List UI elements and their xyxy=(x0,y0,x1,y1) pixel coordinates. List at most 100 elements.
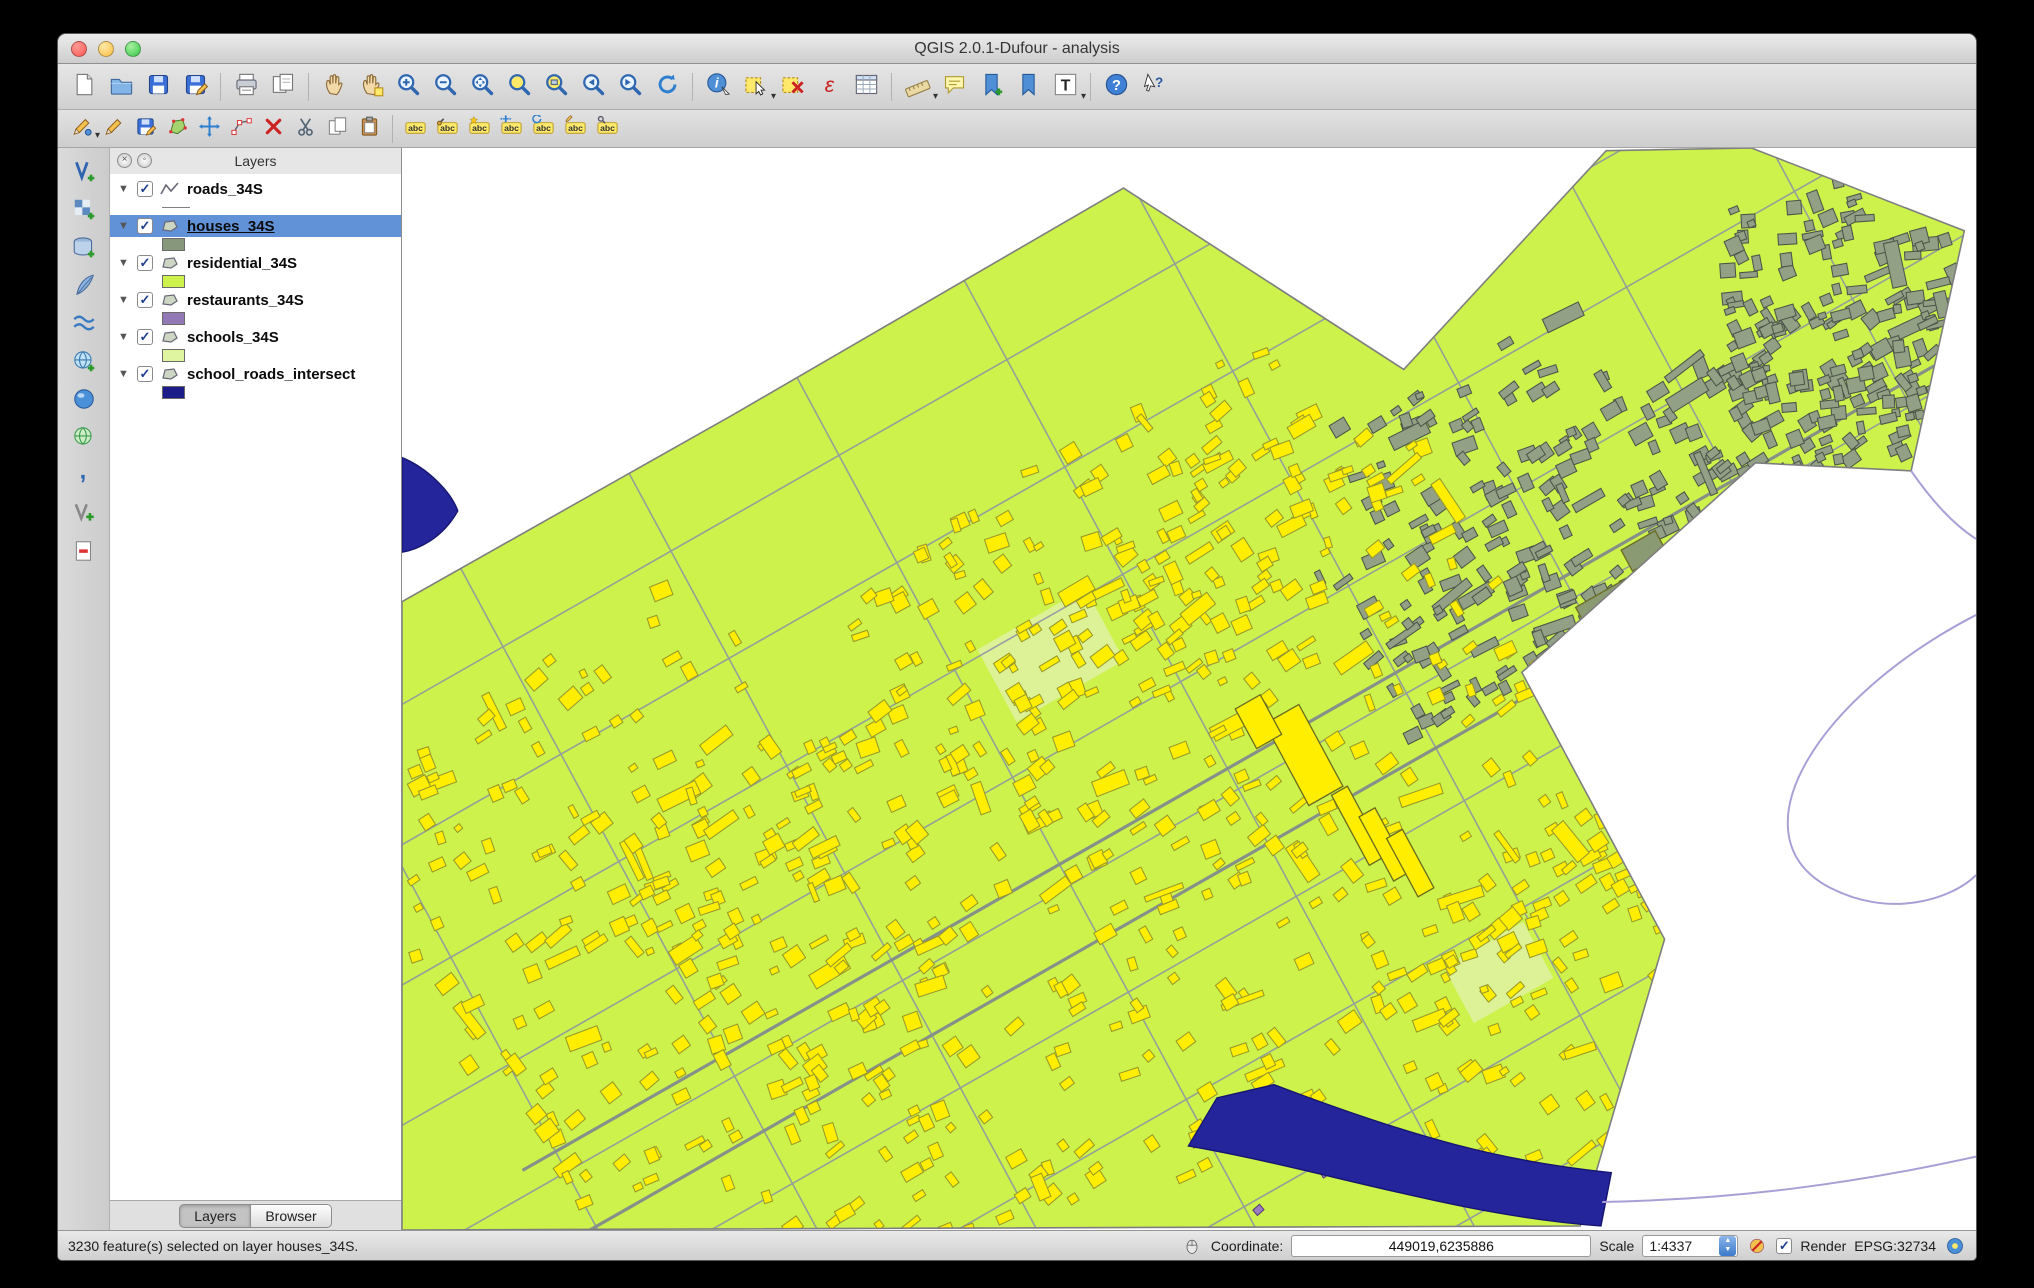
zoom-to-selection-button[interactable] xyxy=(501,69,537,105)
layer-visibility-checkbox[interactable]: ✓ xyxy=(137,329,153,345)
layer-visibility-checkbox[interactable]: ✓ xyxy=(137,255,153,271)
tab-browser[interactable]: Browser xyxy=(251,1203,332,1228)
log-messages-icon[interactable] xyxy=(1944,1235,1966,1257)
svg-text:ε: ε xyxy=(824,72,834,96)
whats-this-button[interactable]: ? xyxy=(1135,69,1171,105)
map-tips-button[interactable] xyxy=(936,69,972,105)
layer-name[interactable]: school_roads_intersect xyxy=(187,366,355,383)
layer-name[interactable]: residential_34S xyxy=(187,255,297,272)
layer-row-schools_34S[interactable]: ▼ ✓ schools_34S xyxy=(110,326,401,348)
pan-map-button[interactable] xyxy=(316,69,352,105)
close-window-button[interactable] xyxy=(71,40,87,57)
dropdown-arrow-icon[interactable]: ▾ xyxy=(1081,91,1086,102)
layer-row-school_roads_intersect[interactable]: ▼ ✓ school_roads_intersect xyxy=(110,363,401,385)
layer-name[interactable]: roads_34S xyxy=(187,181,263,198)
zoom-full-button[interactable] xyxy=(464,69,500,105)
new-shapefile-layer-button[interactable] xyxy=(66,498,102,533)
label-rotate-button[interactable]: abc xyxy=(528,113,559,144)
toggle-editing-button[interactable] xyxy=(98,113,129,144)
label-pin-button[interactable]: abc xyxy=(432,113,463,144)
label-move-button[interactable]: abc xyxy=(496,113,527,144)
composer-manager-button[interactable] xyxy=(265,69,301,105)
paste-features-button[interactable] xyxy=(354,113,385,144)
labeling-button[interactable]: abc xyxy=(400,113,431,144)
layer-visibility-checkbox[interactable]: ✓ xyxy=(137,292,153,308)
open-project-button[interactable] xyxy=(103,69,139,105)
delete-selected-button[interactable] xyxy=(258,113,289,144)
expand-arrow-icon[interactable]: ▼ xyxy=(118,331,130,343)
layer-name[interactable]: schools_34S xyxy=(187,329,279,346)
move-feature-button[interactable] xyxy=(194,113,225,144)
copy-features-button[interactable] xyxy=(322,113,353,144)
scale-combo[interactable]: 1:4337 ▲ ▼ xyxy=(1642,1234,1739,1257)
add-wcs-layer-button[interactable] xyxy=(66,384,102,419)
identify-features-button[interactable]: i xyxy=(700,69,736,105)
layer-name[interactable]: houses_34S xyxy=(187,218,275,235)
coordinate-input[interactable] xyxy=(1291,1234,1592,1257)
zoom-out-button[interactable] xyxy=(427,69,463,105)
layer-visibility-checkbox[interactable]: ✓ xyxy=(137,181,153,197)
show-bookmarks-button[interactable] xyxy=(1010,69,1046,105)
zoom-in-button[interactable] xyxy=(390,69,426,105)
add-delimited-text-layer-button[interactable]: , xyxy=(66,457,102,495)
expand-arrow-icon[interactable]: ▼ xyxy=(118,294,130,306)
save-layer-edits-button[interactable] xyxy=(130,113,161,144)
map-canvas[interactable] xyxy=(402,148,1976,1230)
label-properties-button[interactable]: abc xyxy=(592,113,623,144)
zoom-to-layer-button[interactable] xyxy=(538,69,574,105)
map-svg[interactable] xyxy=(402,148,1976,1230)
panel-close-icon[interactable]: × xyxy=(117,153,132,168)
minimize-window-button[interactable] xyxy=(98,40,114,57)
measure-button[interactable]: ▾ xyxy=(899,69,938,105)
epsg-status[interactable]: EPSG:32734 xyxy=(1854,1238,1936,1254)
expand-arrow-icon[interactable]: ▼ xyxy=(118,183,130,195)
new-bookmark-button[interactable] xyxy=(973,69,1009,105)
add-vector-layer-button[interactable] xyxy=(66,156,102,191)
new-project-button[interactable] xyxy=(66,69,102,105)
deselect-features-button[interactable] xyxy=(774,69,810,105)
scale-stepper-icon[interactable]: ▲ ▼ xyxy=(1719,1235,1737,1256)
title-bar[interactable]: QGIS 2.0.1-Dufour - analysis xyxy=(58,34,1976,64)
add-raster-layer-button[interactable] xyxy=(66,194,102,229)
select-features-button[interactable]: ▾ xyxy=(737,69,776,105)
layer-visibility-checkbox[interactable]: ✓ xyxy=(137,218,153,234)
layer-name[interactable]: restaurants_34S xyxy=(187,292,304,309)
add-spatialite-layer-button[interactable] xyxy=(66,270,102,305)
tab-layers[interactable]: Layers xyxy=(179,1203,252,1228)
select-by-expression-button[interactable]: ε xyxy=(811,69,847,105)
label-change-button[interactable]: abc xyxy=(560,113,591,144)
panel-detach-icon[interactable]: ◦ xyxy=(137,153,152,168)
zoom-window-button[interactable] xyxy=(125,40,141,57)
current-edits-button[interactable]: ▾ xyxy=(66,113,100,144)
expand-arrow-icon[interactable]: ▼ xyxy=(118,257,130,269)
render-checkbox[interactable]: ✓ xyxy=(1776,1237,1793,1254)
add-mssql-layer-button[interactable] xyxy=(66,308,102,343)
expand-arrow-icon[interactable]: ▼ xyxy=(118,368,130,380)
save-project-as-button[interactable] xyxy=(177,69,213,105)
expand-arrow-icon[interactable]: ▼ xyxy=(118,220,130,232)
layer-row-houses_34S[interactable]: ▼ ✓ houses_34S xyxy=(110,215,401,237)
layer-row-roads_34S[interactable]: ▼ ✓ roads_34S xyxy=(110,178,401,200)
save-project-button[interactable] xyxy=(140,69,176,105)
pan-to-selection-button[interactable] xyxy=(353,69,389,105)
layer-row-residential_34S[interactable]: ▼ ✓ residential_34S xyxy=(110,252,401,274)
mouse-position-icon[interactable] xyxy=(1181,1235,1203,1257)
add-feature-button[interactable] xyxy=(162,113,193,144)
remove-layer-button[interactable] xyxy=(66,536,102,571)
new-print-composer-button[interactable] xyxy=(228,69,264,105)
zoom-last-button[interactable] xyxy=(575,69,611,105)
zoom-next-button[interactable] xyxy=(612,69,648,105)
stop-render-icon[interactable] xyxy=(1746,1235,1768,1257)
node-tool-button[interactable] xyxy=(226,113,257,144)
add-wfs-layer-button[interactable] xyxy=(66,422,102,457)
add-postgis-layer-button[interactable] xyxy=(66,232,102,267)
layer-visibility-checkbox[interactable]: ✓ xyxy=(137,366,153,382)
help-button[interactable]: ? xyxy=(1098,69,1134,105)
open-attribute-table-button[interactable] xyxy=(848,69,884,105)
text-annotation-button[interactable]: T ▾ xyxy=(1047,69,1086,105)
cut-features-button[interactable] xyxy=(290,113,321,144)
label-highlight-button[interactable]: abc xyxy=(464,113,495,144)
add-wms-layer-button[interactable] xyxy=(66,346,102,381)
refresh-map-button[interactable] xyxy=(649,69,685,105)
layer-row-restaurants_34S[interactable]: ▼ ✓ restaurants_34S xyxy=(110,289,401,311)
